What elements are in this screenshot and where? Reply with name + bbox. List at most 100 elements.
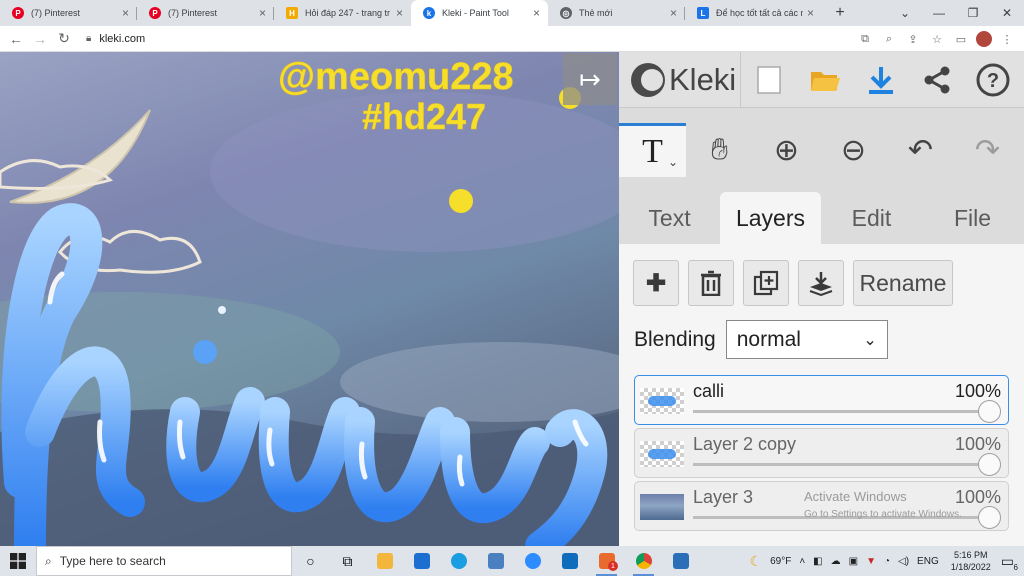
new-image-button[interactable] bbox=[741, 52, 797, 108]
profile-avatar[interactable] bbox=[976, 31, 992, 47]
browser-tab-strip: P (7) Pinterest × P (7) Pinterest × H Hỏ… bbox=[0, 0, 1024, 26]
layer-item-calli[interactable]: calli 100% bbox=[634, 375, 1009, 425]
bookmark-star-icon[interactable]: ☆ bbox=[928, 29, 946, 49]
minimize-button[interactable]: — bbox=[922, 0, 956, 26]
wifi-icon[interactable]: ◔ bbox=[884, 556, 890, 567]
taskbar-zoom[interactable] bbox=[514, 546, 551, 576]
browser-tab-new[interactable]: ◎ Thẻ mới × bbox=[548, 0, 685, 26]
opacity-slider-handle[interactable] bbox=[978, 400, 1001, 423]
zoom-out-button[interactable]: ⊖ bbox=[820, 123, 887, 177]
collapse-panel-button[interactable]: ↦ bbox=[563, 53, 617, 105]
opacity-slider-handle[interactable] bbox=[978, 506, 1001, 529]
volume-icon[interactable]: ◁) bbox=[898, 556, 909, 567]
tab-text[interactable]: Text bbox=[619, 192, 720, 244]
browser-tab-kleki[interactable]: k Kleki - Paint Tool × bbox=[411, 0, 548, 26]
activate-windows-subtitle: Go to Settings to activate Windows. bbox=[804, 509, 962, 520]
url-field[interactable]: 🔒︎ kleki.com bbox=[86, 29, 846, 49]
hand-tool-button[interactable]: ✋︎ bbox=[686, 123, 753, 177]
loigiai-icon: L bbox=[697, 7, 709, 19]
address-bar: ← → ↻ 🔒︎ kleki.com ⧉ ⌕ ⇪ ☆ ▭ ⋮ bbox=[0, 26, 1024, 52]
kleki-logo[interactable]: Kleki bbox=[619, 51, 741, 108]
tab-search-icon[interactable]: ⌄ bbox=[888, 0, 922, 26]
share-page-icon[interactable]: ⇪ bbox=[904, 29, 922, 49]
taskbar-file-explorer[interactable] bbox=[366, 546, 403, 576]
taskbar-app-badged[interactable]: 1 bbox=[588, 546, 625, 576]
layer-opacity-value: 100% bbox=[954, 487, 1001, 507]
close-icon[interactable]: × bbox=[396, 6, 403, 20]
redo-button[interactable]: ↷ bbox=[954, 123, 1021, 177]
undo-button[interactable]: ↶ bbox=[887, 123, 954, 177]
activate-windows-title: Activate Windows bbox=[804, 489, 907, 504]
taskbar-mail[interactable] bbox=[403, 546, 440, 576]
layer-opacity-slider[interactable] bbox=[693, 410, 990, 413]
folder-icon bbox=[376, 553, 393, 569]
taskbar-chrome[interactable] bbox=[625, 546, 662, 576]
delete-layer-button[interactable] bbox=[688, 260, 734, 306]
clock[interactable]: 5:16 PM 1/18/2022 bbox=[951, 549, 991, 573]
open-image-button[interactable] bbox=[797, 52, 853, 108]
layer-opacity-slider[interactable] bbox=[693, 463, 990, 466]
opacity-slider-handle[interactable] bbox=[978, 453, 1001, 476]
reload-button[interactable]: ↻ bbox=[52, 27, 76, 51]
cortana-button[interactable]: ○ bbox=[292, 546, 329, 576]
tab-file[interactable]: File bbox=[922, 192, 1023, 244]
tab-label: Thẻ mới bbox=[579, 8, 613, 18]
tab-edit[interactable]: Edit bbox=[821, 192, 922, 244]
antivirus-icon[interactable]: ▼ bbox=[866, 556, 876, 567]
layer-item-layer-2-copy[interactable]: Layer 2 copy 100% bbox=[634, 428, 1009, 478]
browser-tab-loigiai[interactable]: L Để học tốt tất cả các n × bbox=[685, 0, 822, 26]
rename-layer-button[interactable]: Rename bbox=[853, 260, 953, 306]
taskbar-store[interactable] bbox=[551, 546, 588, 576]
meet-now-icon[interactable]: ◧ bbox=[813, 556, 822, 567]
browser-tab-pinterest-2[interactable]: P (7) Pinterest × bbox=[137, 0, 274, 26]
notification-center-icon[interactable]: ▭ 6 bbox=[1001, 553, 1018, 572]
taskbar-search-input[interactable]: ⌕ Type here to search bbox=[36, 546, 292, 576]
chevron-down-icon[interactable]: ⌄ bbox=[668, 155, 678, 169]
search-placeholder: Type here to search bbox=[59, 554, 166, 568]
tab-layers[interactable]: Layers bbox=[720, 192, 821, 244]
taskbar-network-app[interactable] bbox=[477, 546, 514, 576]
mail-icon bbox=[413, 553, 430, 569]
text-tool-button[interactable]: T ⌄ bbox=[619, 123, 686, 177]
drawing-canvas[interactable]: @meomu228 #hd247 ↦ bbox=[0, 52, 619, 546]
show-hidden-icons-icon[interactable]: ˄ bbox=[799, 556, 805, 567]
new-tab-button[interactable]: + bbox=[828, 0, 852, 26]
cortana-icon: ○ bbox=[306, 553, 315, 569]
browser-tab-pinterest-1[interactable]: P (7) Pinterest × bbox=[0, 0, 137, 26]
add-layer-button[interactable]: ✚ bbox=[633, 260, 679, 306]
blending-select[interactable]: normal ⌄ bbox=[725, 320, 888, 359]
translate-icon[interactable]: ⧉ bbox=[856, 29, 874, 49]
help-button[interactable]: ? bbox=[965, 52, 1021, 108]
menu-kebab-icon[interactable]: ⋮ bbox=[998, 29, 1016, 49]
blending-label: Blending bbox=[634, 327, 716, 351]
close-icon[interactable]: × bbox=[807, 6, 814, 20]
restore-button[interactable]: ❐ bbox=[956, 0, 990, 26]
close-icon[interactable]: × bbox=[533, 6, 540, 20]
trash-icon bbox=[701, 270, 721, 296]
weather-icon[interactable]: ☾ bbox=[750, 553, 763, 570]
taskbar-edge[interactable] bbox=[440, 546, 477, 576]
merge-down-button[interactable] bbox=[798, 260, 844, 306]
weather-temp[interactable]: 69°F bbox=[770, 556, 791, 567]
zoom-in-button[interactable]: ⊕ bbox=[753, 123, 820, 177]
start-button[interactable] bbox=[0, 546, 36, 576]
close-icon[interactable]: × bbox=[670, 6, 677, 20]
share-button[interactable] bbox=[909, 52, 965, 108]
reading-list-icon[interactable]: ▭ bbox=[952, 29, 970, 49]
layer-name: calli bbox=[693, 381, 725, 401]
app-tray-icon[interactable]: ▣ bbox=[849, 556, 858, 567]
forward-button[interactable]: → bbox=[28, 27, 52, 51]
window-controls: ⌄ — ❐ ✕ bbox=[888, 0, 1024, 26]
zoom-icon[interactable]: ⌕ bbox=[880, 29, 898, 49]
input-language[interactable]: ENG bbox=[917, 556, 939, 567]
close-icon[interactable]: × bbox=[122, 6, 129, 20]
save-image-button[interactable] bbox=[853, 52, 909, 108]
onedrive-icon[interactable]: ☁︎ bbox=[831, 556, 841, 567]
close-icon[interactable]: × bbox=[259, 6, 266, 20]
taskbar-photos[interactable] bbox=[662, 546, 699, 576]
close-window-button[interactable]: ✕ bbox=[990, 0, 1024, 26]
back-button[interactable]: ← bbox=[4, 27, 28, 51]
duplicate-layer-button[interactable] bbox=[743, 260, 789, 306]
task-view-button[interactable]: ⧉ bbox=[329, 546, 366, 576]
browser-tab-hoidap[interactable]: H Hỏi đáp 247 - trang tr × bbox=[274, 0, 411, 26]
